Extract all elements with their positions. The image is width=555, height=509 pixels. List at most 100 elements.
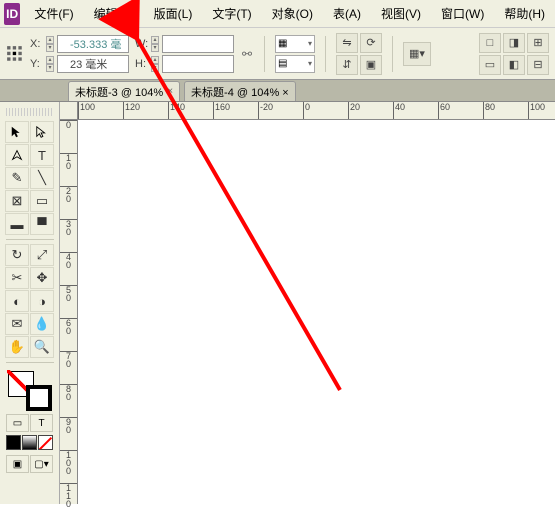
ruler-origin[interactable] [60, 102, 78, 120]
menu-view[interactable]: 视图(V) [375, 3, 427, 24]
format-text-button[interactable]: T [30, 414, 53, 432]
y-label: Y: [30, 58, 44, 70]
separator [392, 36, 393, 72]
rectangle-tool[interactable]: ▭ [30, 190, 54, 212]
horizontal-ruler[interactable]: 100120140160-20020406080100 [60, 102, 555, 120]
ruler-tick: 50 [60, 285, 77, 302]
tab-label: 未标题-4 @ 104% × [191, 84, 289, 100]
opt-btn-5[interactable]: ◧ [503, 55, 525, 75]
y-input[interactable] [57, 55, 129, 73]
effects-button[interactable]: ▦▾ [403, 42, 431, 66]
transform-tool[interactable]: ▀ [30, 213, 54, 235]
scissors-tool[interactable]: ✂ [5, 267, 29, 289]
rectangle-frame-tool[interactable]: ⊠ [5, 190, 29, 212]
ruler-tick: 40 [393, 102, 405, 119]
pen-tool[interactable] [5, 144, 29, 166]
opt-btn-2[interactable]: ◨ [503, 33, 525, 53]
apply-color-button[interactable] [6, 435, 21, 450]
type-tool[interactable]: T [30, 144, 54, 166]
reference-point-icon[interactable] [6, 45, 24, 63]
x-label: X: [30, 38, 44, 50]
distribute-dropdown[interactable]: ▤▾ [275, 55, 315, 73]
h-input[interactable] [162, 55, 234, 73]
work-area: T ✎ ╲ ⊠ ▭ ▬ ▀ ↻ ⤢ ✂ ✥ ◐ ◑ ✉ 💧 ✋ 🔍 ▭ [0, 102, 555, 504]
h-label: H: [135, 58, 149, 70]
control-bar: X: ▴▾ Y: ▴▾ W: ▴▾ H: ▴▾ ⚯ ▦▾ ▤▾ ⇋ ⟳ [0, 28, 555, 80]
constrain-icon[interactable]: ⚯ [240, 39, 254, 69]
zoom-tool[interactable]: 🔍 [30, 336, 54, 358]
toolbox: T ✎ ╲ ⊠ ▭ ▬ ▀ ↻ ⤢ ✂ ✥ ◐ ◑ ✉ 💧 ✋ 🔍 ▭ [0, 102, 60, 504]
vertical-ruler[interactable]: 0102030405060708090100110 [60, 120, 78, 504]
normal-view-button[interactable]: ▣ [6, 455, 29, 473]
separator [264, 36, 265, 72]
tab-doc-1[interactable]: 未标题-3 @ 104% × [68, 81, 180, 101]
align-dropdown[interactable]: ▦▾ [275, 35, 315, 53]
separator [325, 36, 326, 72]
ruler-tick: 80 [483, 102, 495, 119]
rotate-tool[interactable]: ↻ [5, 244, 29, 266]
ruler-tick: 60 [60, 318, 77, 335]
opt-btn-3[interactable]: ⊞ [527, 33, 549, 53]
flip-h-button[interactable]: ⇋ [336, 33, 358, 53]
opt-btn-1[interactable]: □ [479, 33, 501, 53]
button-tool[interactable]: ▬ [5, 213, 29, 235]
opt-btn-6[interactable]: ⊟ [527, 55, 549, 75]
gradient-tool[interactable]: ◐ [5, 290, 29, 312]
h-spinner[interactable]: ▴▾ [151, 56, 159, 72]
scale-tool[interactable]: ⤢ [30, 244, 54, 266]
menu-window[interactable]: 窗口(W) [435, 3, 490, 24]
menu-edit[interactable]: 编辑(E) [88, 3, 140, 24]
app-logo: ID [4, 3, 20, 25]
x-spinner[interactable]: ▴▾ [46, 36, 54, 52]
ruler-tick: 0 [60, 120, 77, 129]
w-spinner[interactable]: ▴▾ [151, 36, 159, 52]
rotate-button[interactable]: ⟳ [360, 33, 382, 53]
menu-type[interactable]: 文字(T) [206, 3, 257, 24]
line-tool[interactable]: ╲ [30, 167, 54, 189]
ruler-tick: 20 [348, 102, 360, 119]
ruler-tick: 40 [60, 252, 77, 269]
w-input[interactable] [162, 35, 234, 53]
ruler-tick: 30 [60, 219, 77, 236]
ruler-tick: 140 [168, 102, 185, 119]
color-swatches[interactable] [8, 371, 52, 411]
ruler-tick: 70 [60, 351, 77, 368]
divider [6, 239, 54, 240]
ruler-tick: 60 [438, 102, 450, 119]
size-group: W: ▴▾ H: ▴▾ [135, 35, 234, 73]
opt-btn-4[interactable]: ▭ [479, 55, 501, 75]
menu-file[interactable]: 文件(F) [28, 3, 79, 24]
gradient-feather-tool[interactable]: ◑ [30, 290, 54, 312]
menu-help[interactable]: 帮助(H) [498, 3, 551, 24]
apply-none-button[interactable] [38, 435, 53, 450]
format-container-button[interactable]: ▭ [6, 414, 29, 432]
preview-view-button[interactable]: ▢▾ [30, 455, 53, 473]
flip-v-button[interactable]: ⇵ [336, 55, 358, 75]
apply-gradient-button[interactable] [22, 435, 37, 450]
x-input[interactable] [57, 35, 129, 53]
y-spinner[interactable]: ▴▾ [46, 56, 54, 72]
ruler-tick: 80 [60, 384, 77, 401]
pencil-tool[interactable]: ✎ [5, 167, 29, 189]
document-area: 100120140160-20020406080100 010203040506… [60, 102, 555, 504]
tab-close-icon[interactable]: × [167, 86, 173, 97]
menu-table[interactable]: 表(A) [327, 3, 367, 24]
eyedropper-tool[interactable]: 💧 [30, 313, 54, 335]
ruler-tick: 0 [303, 102, 310, 119]
direct-selection-tool[interactable] [30, 121, 54, 143]
menu-object[interactable]: 对象(O) [266, 3, 319, 24]
stroke-swatch[interactable] [26, 385, 52, 411]
hand-tool[interactable]: ✋ [5, 336, 29, 358]
toolbox-handle[interactable] [6, 108, 54, 116]
canvas[interactable] [78, 120, 555, 504]
free-transform-tool[interactable]: ✥ [30, 267, 54, 289]
ruler-tick: 120 [123, 102, 140, 119]
menu-layout[interactable]: 版面(L) [148, 3, 199, 24]
tab-doc-2[interactable]: 未标题-4 @ 104% × [184, 81, 296, 101]
document-tabs: 未标题-3 @ 104% × 未标题-4 @ 104% × [0, 80, 555, 102]
selection-tool[interactable] [5, 121, 29, 143]
note-tool[interactable]: ✉ [5, 313, 29, 335]
ruler-tick: 100 [78, 102, 95, 119]
tab-label: 未标题-3 @ 104% [75, 84, 163, 100]
select-container-button[interactable]: ▣ [360, 55, 382, 75]
